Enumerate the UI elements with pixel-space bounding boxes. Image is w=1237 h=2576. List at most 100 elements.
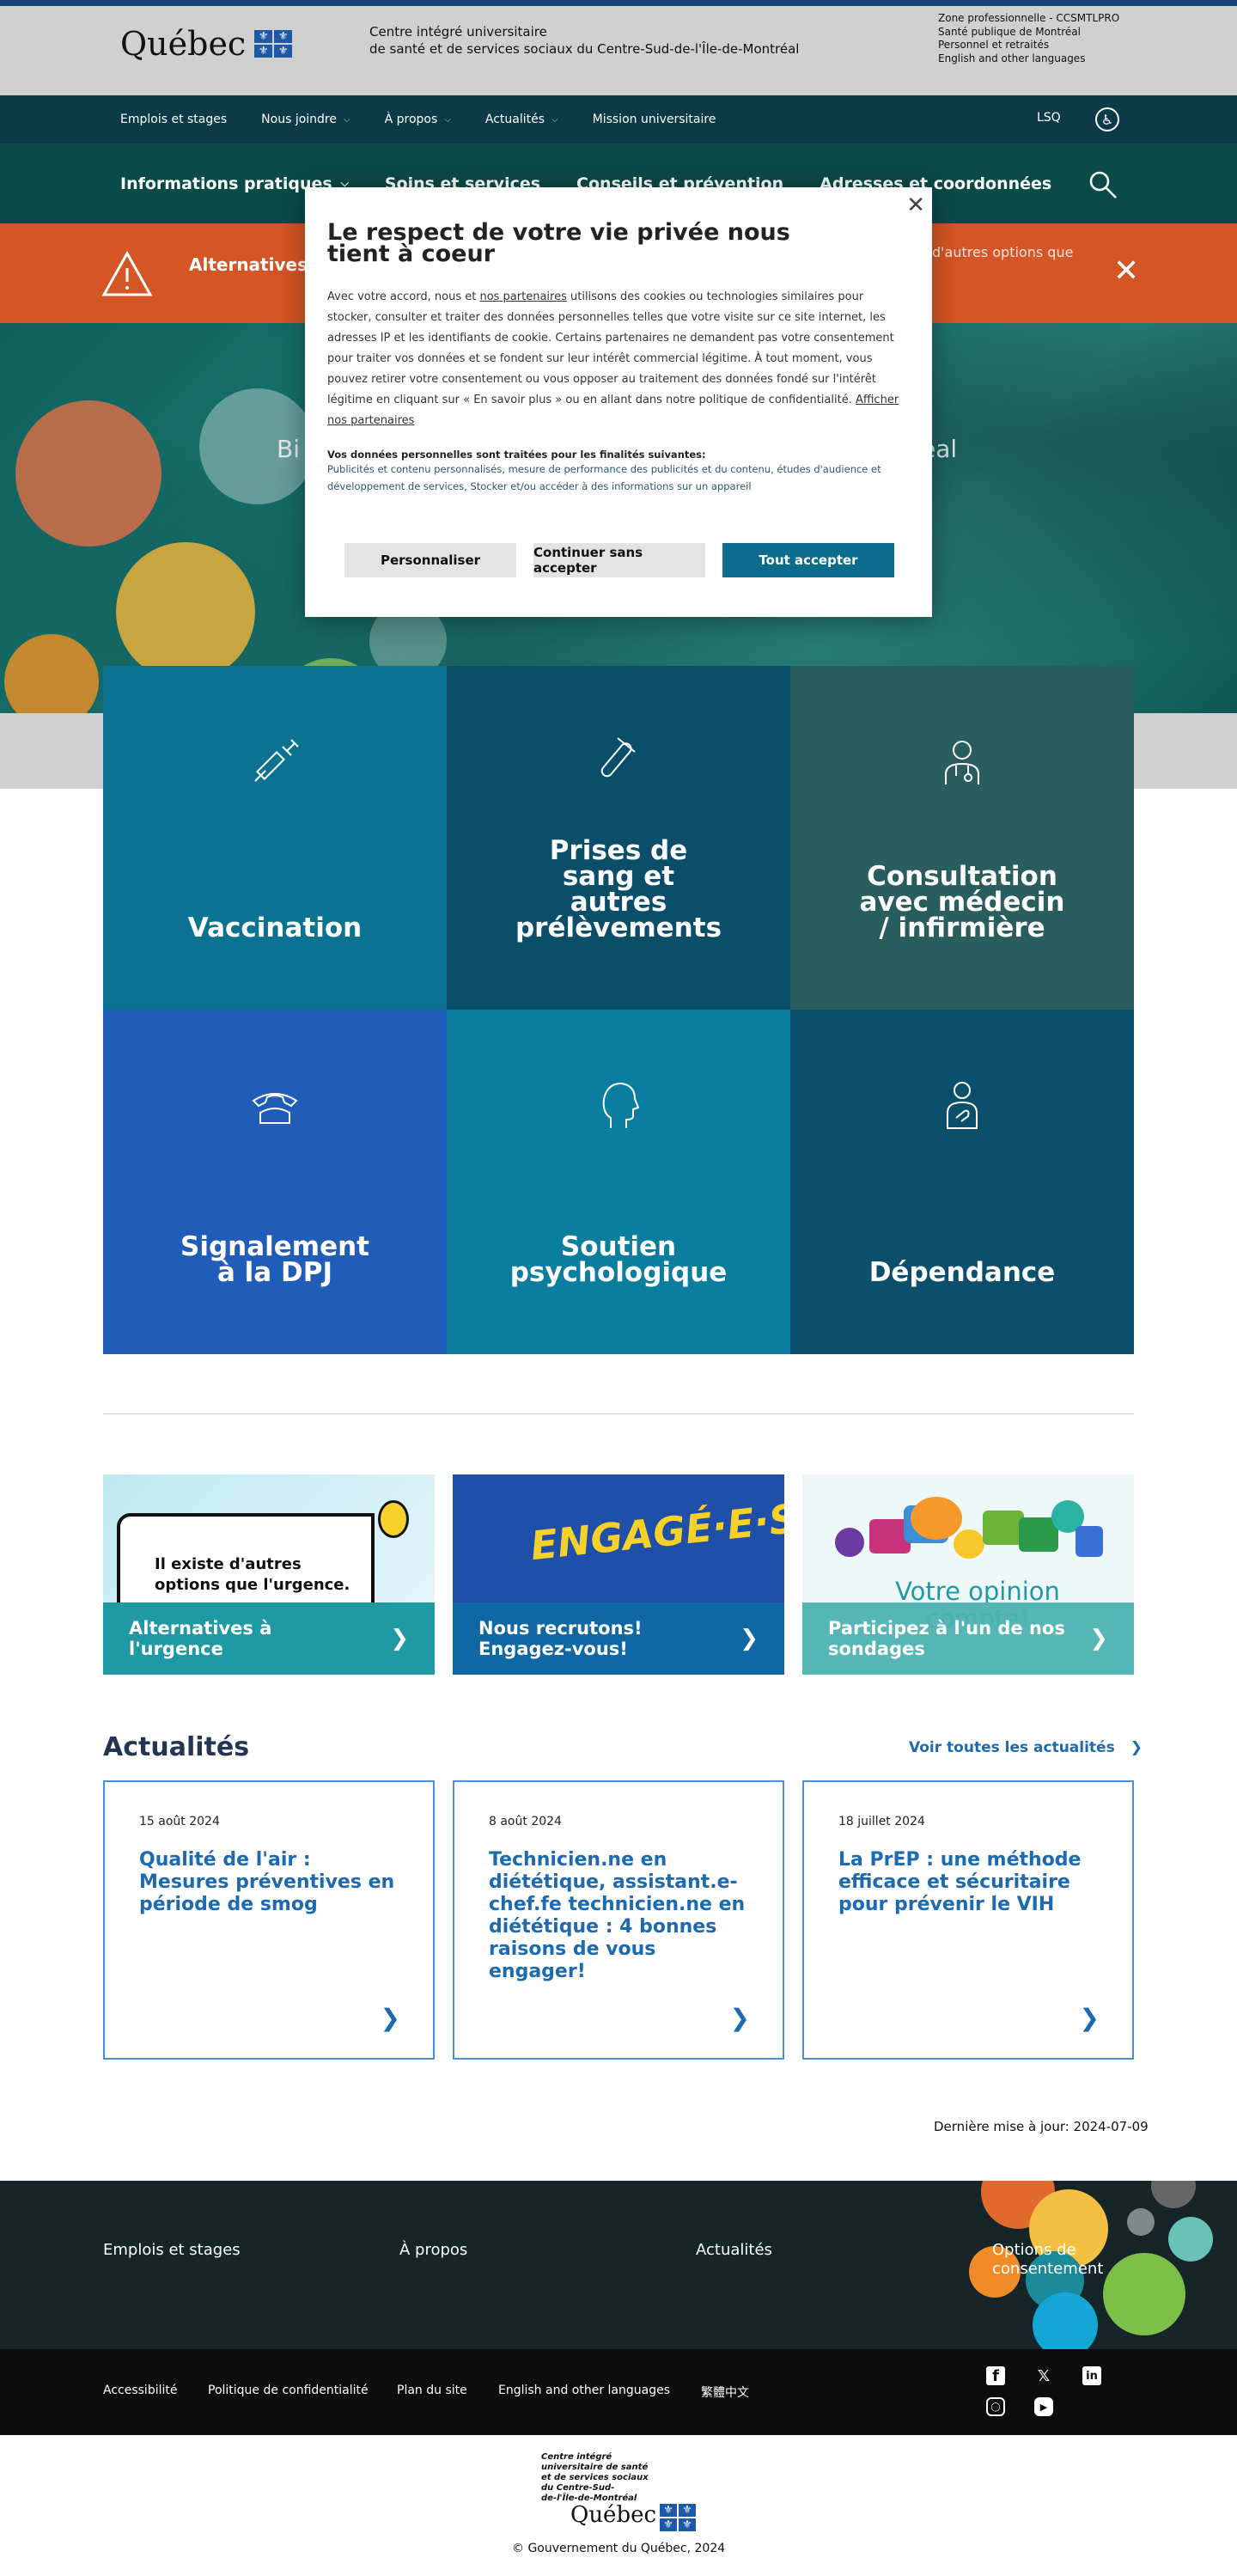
- alert-text: d'autres options que: [932, 244, 1074, 260]
- footer-link-chinese[interactable]: 繁體中文: [701, 2384, 749, 2401]
- speech-bubble: [954, 1529, 984, 1559]
- divider: [103, 1413, 1134, 1414]
- tile-soutien[interactable]: Soutien psychologique: [447, 1010, 790, 1354]
- promo-recrutement[interactable]: ENGAGÉ·E·S Nous recrutons! Engagez-vous!…: [453, 1474, 784, 1675]
- footer-link-languages[interactable]: English and other languages: [498, 2384, 670, 2397]
- tile-vaccination[interactable]: Vaccination: [103, 666, 447, 1010]
- accessibility-icon[interactable]: ♿: [1095, 107, 1119, 131]
- chevron-right-icon: ❯: [1130, 1739, 1143, 1756]
- linkedin-icon[interactable]: in: [1082, 2366, 1101, 2385]
- fleur-de-lys-icon: ⚜ ⚜ ⚜ ⚜: [660, 2504, 696, 2531]
- lsq-link[interactable]: LSQ: [1037, 111, 1061, 125]
- see-all-news-link[interactable]: Voir toutes les actualités ❯: [909, 1739, 1143, 1756]
- footer-link-consentement[interactable]: Options de consentement: [992, 2241, 1112, 2279]
- chevron-right-icon: ❯: [390, 1626, 409, 1651]
- search-icon[interactable]: [1088, 169, 1118, 200]
- close-icon[interactable]: ✕: [1113, 256, 1139, 287]
- youtube-icon[interactable]: ▶: [1034, 2397, 1053, 2416]
- promo-sondages[interactable]: Votre opinion compte! Participez à l'un …: [802, 1474, 1134, 1675]
- chevron-right-icon: ❯: [740, 1626, 759, 1651]
- chevron-right-icon: ❯: [1079, 2004, 1100, 2032]
- chevron-right-icon: ❯: [380, 2004, 400, 2032]
- purposes-heading: Vos données personnelles sont traitées p…: [327, 449, 706, 461]
- speech-bubble: [1076, 1526, 1103, 1557]
- chevron-down-icon: ⌵: [551, 114, 558, 125]
- footer-link-confidentialite[interactable]: Politique de confidentialité: [208, 2384, 369, 2397]
- secnav-item-a-propos[interactable]: À propos ⌵: [385, 113, 451, 126]
- secnav-item-emplois[interactable]: Emplois et stages: [120, 113, 227, 126]
- customize-button[interactable]: Personnaliser: [344, 543, 516, 577]
- quick-link-personnel[interactable]: Personnel et retraités: [938, 39, 1119, 52]
- news-date: 15 août 2024: [139, 1815, 220, 1828]
- tile-prises-de-sang[interactable]: Prises de sang et autres prélèvements: [447, 666, 790, 1010]
- secnav-item-nous-joindre[interactable]: Nous joindre ⌵: [261, 113, 350, 126]
- quick-link-languages[interactable]: English and other languages: [938, 52, 1119, 66]
- footer-link-accessibilite[interactable]: Accessibilité: [103, 2384, 177, 2397]
- secondary-nav: Emplois et stages Nous joindre ⌵ À propos…: [0, 95, 1237, 143]
- accept-all-button[interactable]: Tout accepter: [722, 543, 894, 577]
- speech-bubble: [911, 1497, 962, 1540]
- quick-links: Zone professionnelle - CCSMTLPRO Santé p…: [938, 12, 1119, 65]
- news-heading: Actualités: [103, 1732, 250, 1762]
- news-card[interactable]: 8 août 2024 Technicien.ne en diététique,…: [453, 1780, 784, 2060]
- decor-bubble: [1033, 2292, 1098, 2349]
- footer-link-plan[interactable]: Plan du site: [397, 2384, 467, 2397]
- hero-welcome: Bi: [277, 435, 300, 463]
- copyright: © Gouvernement du Québec, 2024: [512, 2542, 726, 2555]
- news-date: 8 août 2024: [489, 1815, 562, 1828]
- news-card[interactable]: 18 juillet 2024 La PrEP : une méthode ef…: [802, 1780, 1134, 2060]
- secnav-item-actualites[interactable]: Actualités ⌵: [485, 113, 558, 126]
- chevron-down-icon: ⌵: [444, 114, 451, 125]
- purposes-list: Publicités et contenu personnalisés, mes…: [327, 463, 881, 492]
- consent-dialog: ✕ Le respect de votre vie privée nous ti…: [305, 187, 932, 617]
- decor-bubble: [116, 542, 255, 681]
- news-date: 18 juillet 2024: [838, 1815, 925, 1828]
- warning-icon: [101, 251, 153, 296]
- fleur-de-lys-icon: ⚜ ⚜ ⚜ ⚜: [254, 30, 293, 58]
- footer-link-actualites[interactable]: Actualités: [696, 2241, 772, 2259]
- news-title: Qualité de l'air : Mesures préventives e…: [139, 1849, 395, 1915]
- lightbulb-icon: [378, 1500, 409, 1538]
- quebec-logo[interactable]: Québec ⚜ ⚜ ⚜ ⚜: [120, 25, 293, 63]
- chevron-down-icon: ⌵: [344, 114, 350, 125]
- decor-bubble: [1103, 2253, 1185, 2335]
- last-updated: Dernière mise à jour: 2024-07-09: [934, 2119, 1149, 2134]
- doctor-icon: [945, 741, 979, 784]
- tile-consultation[interactable]: Consultation avec médecin / infirmière: [790, 666, 1134, 1010]
- continue-without-accepting-button[interactable]: Continuer sans accepter: [533, 543, 705, 577]
- facebook-icon[interactable]: f: [986, 2366, 1005, 2385]
- brand-wordmark: Québec: [120, 25, 247, 63]
- footer-main: Emplois et stages À propos Actualités Op…: [0, 2181, 1237, 2349]
- tile-dpj[interactable]: Signalement à la DPJ: [103, 1010, 447, 1354]
- consent-body: Avec votre accord, nous et nos partenair…: [327, 290, 899, 427]
- decor-bubble: [15, 400, 161, 546]
- news-title: La PrEP : une méthode efficace et sécuri…: [838, 1849, 1082, 1915]
- tile-dependance[interactable]: Dépendance: [790, 1010, 1134, 1354]
- decor-bubble: [1168, 2217, 1213, 2262]
- footer-link-emplois[interactable]: Emplois et stages: [103, 2241, 241, 2259]
- footer-brand: Centre intégré universitaire de santé et…: [0, 2435, 1237, 2576]
- footer-brand-wordmark: Québec: [570, 2502, 657, 2528]
- syringe-icon: [254, 739, 299, 782]
- speech-bubble: [983, 1511, 1024, 1545]
- consent-title: Le respect de votre vie privée nous tien…: [327, 219, 790, 267]
- partners-link[interactable]: nos partenaires: [479, 290, 566, 303]
- service-tiles: Vaccination Prises de sang et autres pré…: [103, 666, 1134, 1354]
- secnav-item-mission[interactable]: Mission universitaire: [593, 113, 716, 126]
- x-icon[interactable]: 𝕏: [1034, 2366, 1053, 2385]
- org-name: Centre intégré universitaire de santé et…: [369, 24, 800, 57]
- instagram-icon[interactable]: ◯: [986, 2397, 1005, 2416]
- decor-bubble: [1151, 2181, 1196, 2208]
- person-hand-icon: [947, 1082, 978, 1129]
- footer-link-a-propos[interactable]: À propos: [399, 2241, 467, 2259]
- decor-bubble: [1127, 2208, 1155, 2236]
- close-icon[interactable]: ✕: [906, 192, 925, 218]
- footer-bottom: Accessibilité Politique de confidentiali…: [0, 2349, 1237, 2435]
- promo-alternatives[interactable]: Il existe d'autres options que l'urgence…: [103, 1474, 435, 1675]
- speech-bubble: [835, 1528, 864, 1557]
- quick-link-sante-publique[interactable]: Santé publique de Montréal: [938, 26, 1119, 40]
- chevron-right-icon: ❯: [1089, 1626, 1108, 1651]
- head-icon: [602, 1082, 640, 1128]
- quick-link-pro[interactable]: Zone professionnelle - CCSMTLPRO: [938, 12, 1119, 26]
- news-card[interactable]: 15 août 2024 Qualité de l'air : Mesures …: [103, 1780, 435, 2060]
